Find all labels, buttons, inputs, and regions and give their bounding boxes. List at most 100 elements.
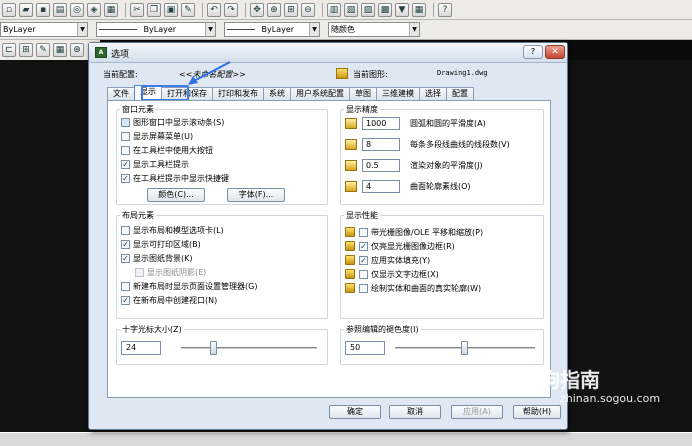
checkbox-raster-pan[interactable]: 带光栅图像/OLE 平移和缩放(P): [345, 226, 483, 238]
zoom-realtime-icon[interactable]: ⊕: [267, 2, 281, 17]
pan-icon[interactable]: ✥: [250, 2, 264, 17]
color-combo[interactable]: ByLayer ▼: [0, 22, 88, 37]
calc-icon[interactable]: ▦: [412, 2, 426, 17]
checkbox-box[interactable]: [121, 117, 130, 127]
tool-palette-icon[interactable]: ▨: [361, 2, 375, 17]
zoom-window-icon[interactable]: ⊞: [284, 2, 298, 17]
checkbox-raster-frame[interactable]: 仅亮显光栅图像边框(R): [345, 240, 455, 252]
checkbox-box[interactable]: [121, 239, 130, 249]
tab-display[interactable]: 显示: [134, 85, 162, 100]
close-button[interactable]: ✕: [545, 45, 565, 59]
crosshair-size-input[interactable]: 24: [121, 341, 161, 355]
checkbox-box[interactable]: [121, 281, 130, 291]
checkbox-layout-tabs[interactable]: 显示布局和模型选项卡(L): [121, 224, 224, 236]
contour-lines-input[interactable]: 4: [362, 179, 400, 193]
tab-selection[interactable]: 选择: [419, 87, 447, 100]
save-icon[interactable]: ▪: [36, 2, 50, 17]
watermark-text: 搜狗指南: [520, 368, 600, 392]
dialog-help-button[interactable]: 帮助(H): [513, 405, 561, 419]
tab-files[interactable]: 文件: [107, 87, 135, 100]
target-icon[interactable]: ⊕: [70, 43, 84, 57]
fonts-button[interactable]: 字体(F)...: [227, 188, 285, 202]
checkbox-create-viewport[interactable]: 在新布局中创建视口(N): [121, 294, 217, 306]
checkbox-box[interactable]: [359, 283, 368, 293]
tab-profiles[interactable]: 配置: [446, 87, 474, 100]
checkbox-scrollbars[interactable]: 图形窗口中显示滚动条(S): [121, 116, 224, 128]
chevron-down-icon[interactable]: ▼: [77, 23, 87, 36]
polyline-segments-input[interactable]: 8: [362, 137, 400, 151]
markup-icon[interactable]: ▼: [395, 2, 409, 17]
sheet-set-icon[interactable]: ▩: [378, 2, 392, 17]
dimension-icon[interactable]: ⊏: [2, 43, 16, 57]
chevron-down-icon[interactable]: ▼: [205, 23, 215, 36]
tab-system[interactable]: 系统: [263, 87, 291, 100]
colors-button[interactable]: 颜色(C)...: [147, 188, 205, 202]
checkbox-box[interactable]: [121, 295, 130, 305]
checkbox-box[interactable]: [121, 225, 130, 235]
xref-fade-slider-thumb[interactable]: [461, 341, 468, 355]
checkbox-solid-fill[interactable]: 应用实体填充(Y): [345, 254, 430, 266]
layer-icon[interactable]: ✎: [36, 43, 50, 57]
cut-icon[interactable]: ✂: [130, 2, 144, 17]
properties-icon[interactable]: ▥: [327, 2, 341, 17]
plot-icon[interactable]: ▦: [104, 2, 118, 17]
publish-icon[interactable]: ◈: [87, 2, 101, 17]
redo-icon[interactable]: ↷: [224, 2, 238, 17]
tab-open-save[interactable]: 打开和保存: [161, 87, 213, 100]
checkbox-paper-background[interactable]: 显示图纸背景(K): [121, 252, 193, 264]
arc-smoothness-input[interactable]: 1000: [362, 116, 400, 130]
plot-style-combo[interactable]: 随颜色 ▼: [328, 22, 420, 37]
table-icon[interactable]: ▦: [53, 43, 67, 57]
match-icon[interactable]: ✎: [181, 2, 195, 17]
checkbox-printable-area[interactable]: 显示可打印区域(B): [121, 238, 201, 250]
crosshair-slider-track[interactable]: [181, 347, 317, 350]
checkbox-page-setup-manager[interactable]: 新建布局时显示页面设置管理器(G): [121, 280, 257, 292]
help-icon[interactable]: ?: [438, 2, 452, 17]
tab-3d-modeling[interactable]: 三维建模: [376, 87, 420, 100]
checkbox-box[interactable]: [359, 269, 368, 279]
zoom-previous-icon[interactable]: ⊖: [301, 2, 315, 17]
checkbox-box[interactable]: [359, 241, 368, 251]
chevron-down-icon[interactable]: ▼: [409, 23, 419, 36]
checkbox-label: 带光栅图像/OLE 平移和缩放(P): [371, 227, 484, 237]
chevron-down-icon[interactable]: ▼: [309, 23, 319, 36]
linetype-combo-value: ByLayer: [143, 25, 177, 34]
checkbox-box[interactable]: [359, 227, 368, 237]
checkbox-box[interactable]: [359, 255, 368, 265]
print-icon[interactable]: ▤: [53, 2, 67, 17]
checkbox-large-buttons[interactable]: 在工具栏中使用大按钮: [121, 144, 213, 156]
checkbox-label: 图形窗口中显示滚动条(S): [133, 117, 225, 127]
checkbox-screen-menu[interactable]: 显示屏幕菜单(U): [121, 130, 193, 142]
dialog-titlebar[interactable]: A 选项 ? ✕: [89, 43, 567, 63]
xref-fade-input[interactable]: 50: [345, 341, 385, 355]
checkbox-box[interactable]: [121, 159, 130, 169]
checkbox-text-frame[interactable]: 仅显示文字边框(X): [345, 268, 439, 280]
tab-user-preferences[interactable]: 用户系统配置: [290, 87, 350, 100]
undo-icon[interactable]: ↶: [207, 2, 221, 17]
checkbox-box[interactable]: [121, 131, 130, 141]
sogou-logo-icon: [498, 366, 522, 390]
grid-icon[interactable]: ⊞: [19, 43, 33, 57]
crosshair-slider-thumb[interactable]: [210, 341, 217, 355]
render-smoothness-input[interactable]: 0.5: [362, 158, 400, 172]
design-center-icon[interactable]: ▧: [344, 2, 358, 17]
cancel-button[interactable]: 取消: [389, 405, 441, 419]
tab-drafting[interactable]: 草图: [349, 87, 377, 100]
checkbox-tooltips[interactable]: 显示工具栏提示: [121, 158, 189, 170]
copy-icon[interactable]: ❐: [147, 2, 161, 17]
checkbox-shortcut-keys[interactable]: 在工具栏提示中显示快捷键: [121, 172, 229, 184]
checkbox-true-silhouettes[interactable]: 绘制实体和曲面的真实轮廓(W): [345, 282, 481, 294]
new-icon[interactable]: ▫: [2, 2, 16, 17]
linetype-combo[interactable]: ByLayer ▼: [96, 22, 216, 37]
checkbox-box[interactable]: [121, 173, 130, 183]
open-icon[interactable]: ▰: [19, 2, 33, 17]
checkbox-box[interactable]: [121, 253, 130, 263]
ok-button[interactable]: 确定: [329, 405, 381, 419]
preview-icon[interactable]: ◎: [70, 2, 84, 17]
drawing-file-icon: [336, 68, 348, 79]
lineweight-combo[interactable]: ByLayer ▼: [224, 22, 320, 37]
paste-icon[interactable]: ▣: [164, 2, 178, 17]
help-title-button[interactable]: ?: [523, 45, 543, 59]
tab-plot-publish[interactable]: 打印和发布: [212, 87, 264, 100]
checkbox-box[interactable]: [121, 145, 130, 155]
